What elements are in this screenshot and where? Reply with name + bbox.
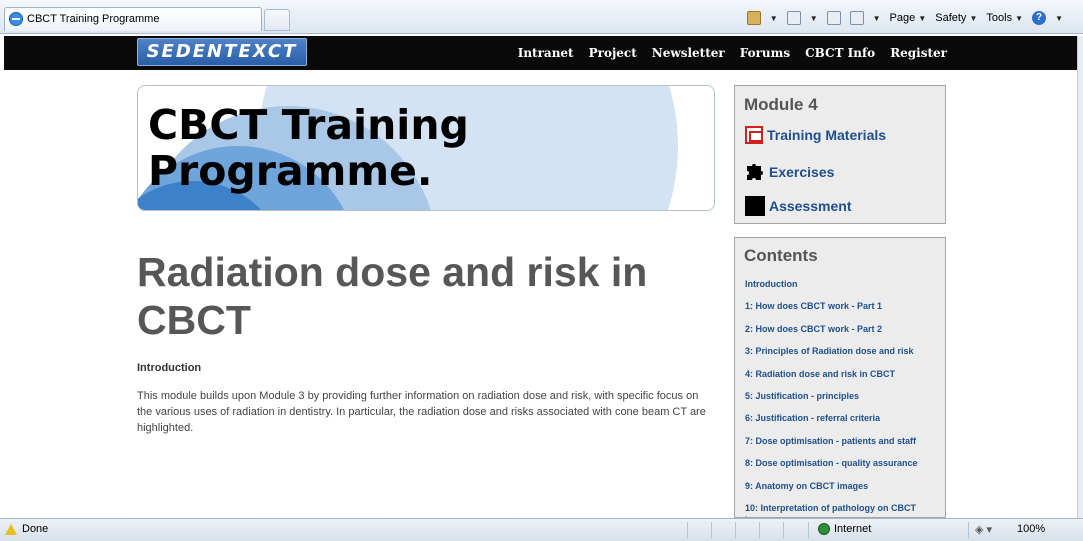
contents-link-1[interactable]: 1: How does CBCT work - Part 1 [745, 300, 940, 322]
zone-label: Internet [834, 523, 872, 535]
status-divider [968, 522, 969, 538]
status-divider [711, 522, 712, 538]
page-menu[interactable]: Page ▼ [890, 12, 927, 24]
security-zone[interactable]: Internet [818, 523, 871, 535]
intro-paragraph: This module builds upon Module 3 by prov… [137, 390, 706, 434]
status-divider [735, 522, 736, 538]
contents-link-8[interactable]: 8: Dose optimisation - quality assurance [745, 457, 940, 479]
protected-mode-icon[interactable]: ◈ ▾ [975, 523, 992, 536]
presentation-icon [745, 126, 763, 144]
print-dropdown-caret-icon[interactable]: ▼ [873, 14, 881, 23]
nav-link-cbct-info[interactable]: CBCT Info [805, 46, 875, 60]
status-divider [759, 522, 760, 538]
contents-link-7[interactable]: 7: Dose optimisation - patients and staf… [745, 435, 940, 457]
nav-link-forums[interactable]: Forums [740, 46, 790, 60]
contents-link-2[interactable]: 2: How does CBCT work - Part 2 [745, 323, 940, 345]
home-dropdown-caret-icon[interactable]: ▼ [770, 14, 778, 23]
intro-heading: Introduction [137, 362, 202, 374]
assessment-label: Assessment [769, 198, 852, 214]
contents-link-5[interactable]: 5: Justification - principles [745, 390, 940, 412]
nav-link-register[interactable]: Register [890, 46, 947, 60]
zoom-level[interactable]: 100% [1017, 523, 1045, 535]
globe-icon [818, 523, 830, 535]
command-bar: ▼ ▼ ▼ Page ▼ Safety ▼ Tools ▼ ? ▼ [746, 9, 1063, 27]
nav-link-newsletter[interactable]: Newsletter [652, 46, 725, 60]
status-divider [783, 522, 784, 538]
contents-link-introduction[interactable]: Introduction [745, 278, 940, 300]
contents-link-6[interactable]: 6: Justification - referral criteria [745, 412, 940, 434]
contents-link-4[interactable]: 4: Radiation dose and risk in CBCT [745, 368, 940, 390]
help-dropdown-caret-icon[interactable]: ▼ [1055, 14, 1063, 23]
exercises-label: Exercises [769, 164, 835, 180]
nav-links: Intranet Project Newsletter Forums CBCT … [518, 36, 947, 70]
print-icon[interactable] [849, 11, 864, 25]
status-divider [808, 522, 809, 538]
training-materials-label: Training Materials [767, 127, 887, 143]
browser-status-bar: Done Internet ◈ ▾ 100% [0, 518, 1083, 541]
mail-icon[interactable] [826, 11, 841, 25]
training-materials-link[interactable]: Training Materials [745, 126, 886, 144]
ie-page-icon [9, 12, 23, 26]
module-panel: Module 4 Training Materials Exercises As… [734, 85, 946, 224]
page-scrollbar[interactable] [1077, 36, 1083, 518]
browser-tab-title: CBCT Training Programme [27, 13, 160, 25]
banner-title: CBCT Training Programme. [148, 101, 469, 195]
sedentexct-logo[interactable]: SEDENTEXCT [137, 38, 307, 66]
contents-list: Introduction 1: How does CBCT work - Par… [745, 278, 940, 517]
new-tab-button[interactable] [264, 9, 290, 31]
puzzle-icon [747, 164, 763, 180]
feeds-dropdown-caret-icon[interactable]: ▼ [810, 14, 818, 23]
module-title: Module 4 [744, 95, 818, 114]
status-divider [687, 522, 688, 538]
browser-toolbar: CBCT Training Programme ▼ ▼ ▼ Page ▼ Saf… [0, 0, 1083, 34]
contents-title: Contents [744, 246, 818, 265]
contents-link-3[interactable]: 3: Principles of Radiation dose and risk [745, 345, 940, 367]
safety-menu[interactable]: Safety ▼ [935, 12, 977, 24]
page-title: Radiation dose and risk in CBCT [137, 249, 648, 343]
browser-tab[interactable]: CBCT Training Programme [4, 7, 262, 31]
nav-link-intranet[interactable]: Intranet [518, 46, 574, 60]
nav-link-project[interactable]: Project [589, 46, 637, 60]
status-text: Done [22, 523, 49, 535]
contents-panel: Contents Introduction 1: How does CBCT w… [734, 237, 946, 518]
home-icon[interactable] [746, 11, 761, 25]
site-navigation-bar: SEDENTEXCT Intranet Project Newsletter F… [4, 36, 1077, 70]
exercises-link[interactable]: Exercises [745, 162, 834, 182]
tools-menu[interactable]: Tools ▼ [986, 12, 1023, 24]
contents-link-9[interactable]: 9: Anatomy on CBCT images [745, 480, 940, 502]
help-icon[interactable]: ? [1032, 11, 1047, 25]
programme-banner: CBCT Training Programme. [137, 85, 715, 211]
feeds-icon[interactable] [786, 11, 801, 25]
assessment-icon [745, 196, 765, 216]
assessment-link[interactable]: Assessment [745, 196, 852, 216]
contents-link-10[interactable]: 10: Interpretation of pathology on CBCT … [745, 502, 940, 517]
warning-icon [5, 524, 17, 535]
